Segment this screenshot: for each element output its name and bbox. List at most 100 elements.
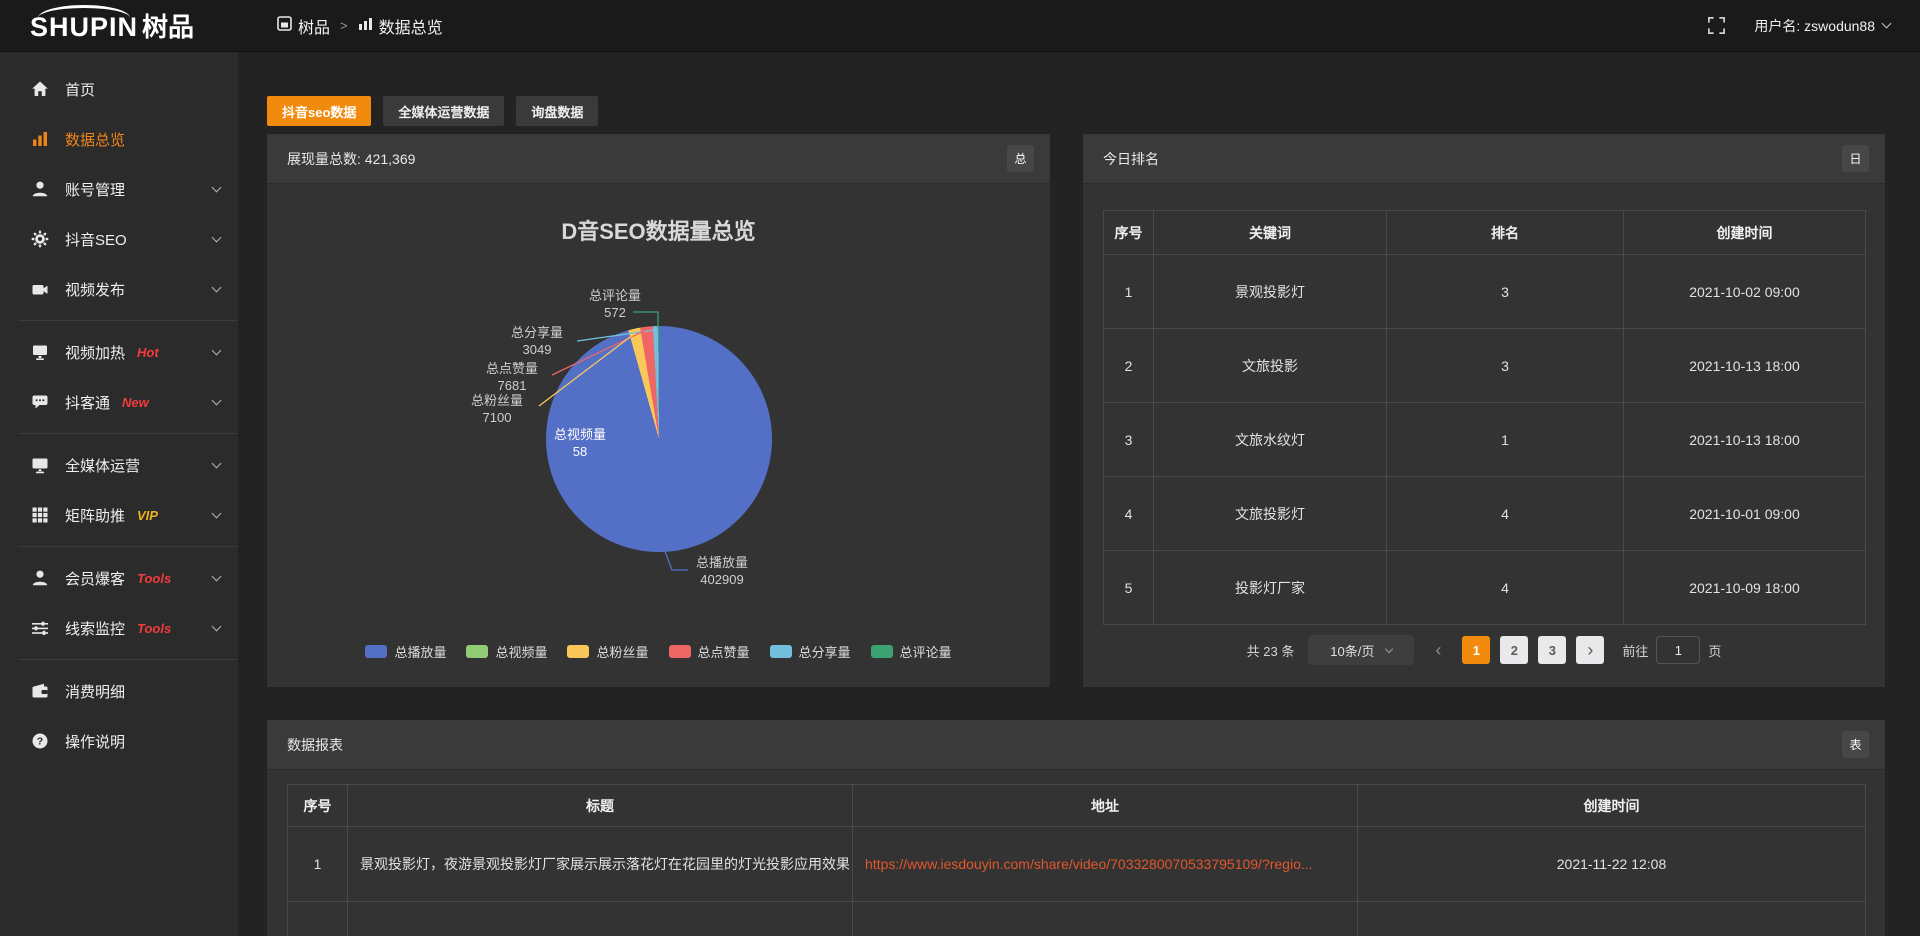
pie-chart-area: D音SEO数据量总览 总评论量 572 总分享量 xyxy=(267,184,1050,687)
page-button-1[interactable]: 1 xyxy=(1462,636,1490,664)
sidebar-divider xyxy=(18,659,238,660)
sidebar-item-label: 数据总览 xyxy=(65,129,125,150)
next-page-button[interactable]: › xyxy=(1576,636,1604,664)
sidebar-item-help[interactable]: ? 操作说明 xyxy=(0,716,238,766)
sidebar-item-member-baoke[interactable]: 会员爆客 Tools xyxy=(0,553,238,603)
logo[interactable]: SHUPIN 树品 xyxy=(0,7,238,44)
pie-label-name: 总播放量 xyxy=(676,554,768,571)
home-icon xyxy=(30,80,50,98)
logo-en-text: SHUPIN xyxy=(30,12,138,43)
cell-time: 2021-10-01 09:00 xyxy=(1624,477,1866,551)
legend-swatch xyxy=(365,645,387,658)
tab-media-operation[interactable]: 全媒体运营数据 xyxy=(383,96,504,126)
table-header-row: 序号 关键词 排名 创建时间 xyxy=(1104,211,1866,255)
table-row: 1 景观投影灯，夜游景观投影灯厂家展示展示落花灯在花园里的灯光投影应用效果 # … xyxy=(288,827,1866,902)
new-badge: New xyxy=(122,395,149,410)
sidebar-item-home[interactable]: 首页 xyxy=(0,64,238,114)
chevron-down-icon xyxy=(212,396,222,406)
total-badge-button[interactable]: 总 xyxy=(1007,145,1034,172)
legend-swatch xyxy=(871,645,893,658)
legend-swatch xyxy=(669,645,691,658)
legend-label: 总播放量 xyxy=(394,642,446,661)
bar-chart-icon xyxy=(358,16,373,36)
pie-label-value: 402909 xyxy=(676,571,768,588)
sidebar-item-consumption-detail[interactable]: 消费明细 xyxy=(0,666,238,716)
chevron-down-icon xyxy=(212,459,222,469)
chevron-down-icon xyxy=(212,572,222,582)
user-menu[interactable]: 用户名: zswodun88 xyxy=(1754,16,1890,36)
app-window-icon xyxy=(277,16,292,36)
sidebar-item-video-publish[interactable]: 视频发布 xyxy=(0,264,238,314)
legend-swatch xyxy=(567,645,589,658)
video-link[interactable]: https://www.iesdouyin.com/share/video/70… xyxy=(865,856,1313,872)
table-badge-button[interactable]: 表 xyxy=(1842,731,1869,758)
hot-badge: Hot xyxy=(137,345,159,360)
svg-text:?: ? xyxy=(37,736,43,748)
page-button-3[interactable]: 3 xyxy=(1538,636,1566,664)
chevron-down-icon xyxy=(212,283,222,293)
pagination-total: 共 23 条 xyxy=(1247,641,1295,660)
ranking-title: 今日排名 xyxy=(1103,149,1159,169)
cell-title: 景观投影灯，夜游景观投影灯厂家展示展示落花灯在花园里的灯光投影应用效果 # xyxy=(348,827,853,902)
sidebar-item-douketong[interactable]: 抖客通 New xyxy=(0,377,238,427)
pie-label-name: 总评论量 xyxy=(573,287,657,304)
chevron-down-icon xyxy=(212,509,222,519)
sidebar-item-label: 首页 xyxy=(65,79,95,100)
legend-item-likes[interactable]: 总点赞量 xyxy=(669,642,750,661)
tab-douyin-seo[interactable]: 抖音seo数据 xyxy=(267,96,371,126)
legend-item-plays[interactable]: 总播放量 xyxy=(365,642,446,661)
wallet-icon xyxy=(30,682,50,700)
overview-panel: 展现量总数: 421,369 总 D音SEO数据量总览 总评论量 xyxy=(267,134,1050,687)
legend-item-videos[interactable]: 总视频量 xyxy=(466,642,547,661)
pie-label-likes: 总点赞量 7681 xyxy=(470,360,554,394)
main-content: 抖音seo数据 全媒体运营数据 询盘数据 展现量总数: 421,369 总 D音… xyxy=(238,52,1920,936)
sidebar-item-douyin-seo[interactable]: 抖音SEO xyxy=(0,214,238,264)
sidebar-item-media-operation[interactable]: 全媒体运营 xyxy=(0,440,238,490)
bar-chart-icon xyxy=(30,130,50,148)
cell-time: 2021-10-13 18:00 xyxy=(1624,403,1866,477)
sidebar-item-clue-monitor[interactable]: 线索监控 Tools xyxy=(0,603,238,653)
sliders-icon xyxy=(30,619,50,637)
table-row-partial xyxy=(288,902,1866,936)
impressions-label: 展现量总数: xyxy=(287,149,361,169)
chevron-down-icon xyxy=(212,183,222,193)
page-button-2[interactable]: 2 xyxy=(1500,636,1528,664)
sidebar-item-data-overview[interactable]: 数据总览 xyxy=(0,114,238,164)
legend-item-shares[interactable]: 总分享量 xyxy=(770,642,851,661)
legend-item-comments[interactable]: 总评论量 xyxy=(871,642,952,661)
cell-url: https://www.iesdouyin.com/share/video/70… xyxy=(853,827,1358,902)
breadcrumb: 树品 > 数据总览 xyxy=(277,14,443,38)
video-camera-icon xyxy=(30,280,50,298)
sidebar-item-label: 消费明细 xyxy=(65,681,125,702)
column-header: 序号 xyxy=(288,785,348,827)
breadcrumb-root[interactable]: 树品 xyxy=(277,14,330,38)
legend-label: 总点赞量 xyxy=(698,642,750,661)
legend-swatch xyxy=(466,645,488,658)
pie-label-name: 总点赞量 xyxy=(470,360,554,377)
report-title: 数据报表 xyxy=(287,735,343,755)
header-right: 用户名: zswodun88 xyxy=(1707,16,1920,36)
breadcrumb-current-label: 数据总览 xyxy=(379,14,443,38)
goto-page-input[interactable] xyxy=(1656,636,1700,664)
table-row: 2 文旅投影 3 2021-10-13 18:00 xyxy=(1104,329,1866,403)
prev-page-button[interactable]: ‹ xyxy=(1424,636,1452,664)
tab-inquiry[interactable]: 询盘数据 xyxy=(516,96,598,126)
cell-keyword: 景观投影灯 xyxy=(1154,255,1387,329)
pagination: 共 23 条 10条/页 ‹ 1 2 3 › 前往 页 xyxy=(1083,635,1885,665)
sidebar-item-label: 操作说明 xyxy=(65,731,125,752)
impressions-value: 421,369 xyxy=(365,151,416,167)
tools-badge: Tools xyxy=(137,571,171,586)
day-badge-button[interactable]: 日 xyxy=(1842,145,1869,172)
sidebar-item-video-heat[interactable]: 视频加热 Hot xyxy=(0,327,238,377)
legend-item-fans[interactable]: 总粉丝量 xyxy=(567,642,648,661)
column-header: 地址 xyxy=(853,785,1358,827)
sidebar-item-account[interactable]: 账号管理 xyxy=(0,164,238,214)
cell-time: 2021-10-13 18:00 xyxy=(1624,329,1866,403)
page-size-select[interactable]: 10条/页 xyxy=(1308,635,1414,665)
column-header: 标题 xyxy=(348,785,853,827)
fullscreen-icon[interactable] xyxy=(1707,16,1726,35)
sidebar-item-matrix-boost[interactable]: 矩阵助推 VIP xyxy=(0,490,238,540)
cell-rank: 3 xyxy=(1387,329,1624,403)
sidebar-item-label: 视频加热 xyxy=(65,342,125,363)
chat-bubble-icon xyxy=(30,393,50,411)
